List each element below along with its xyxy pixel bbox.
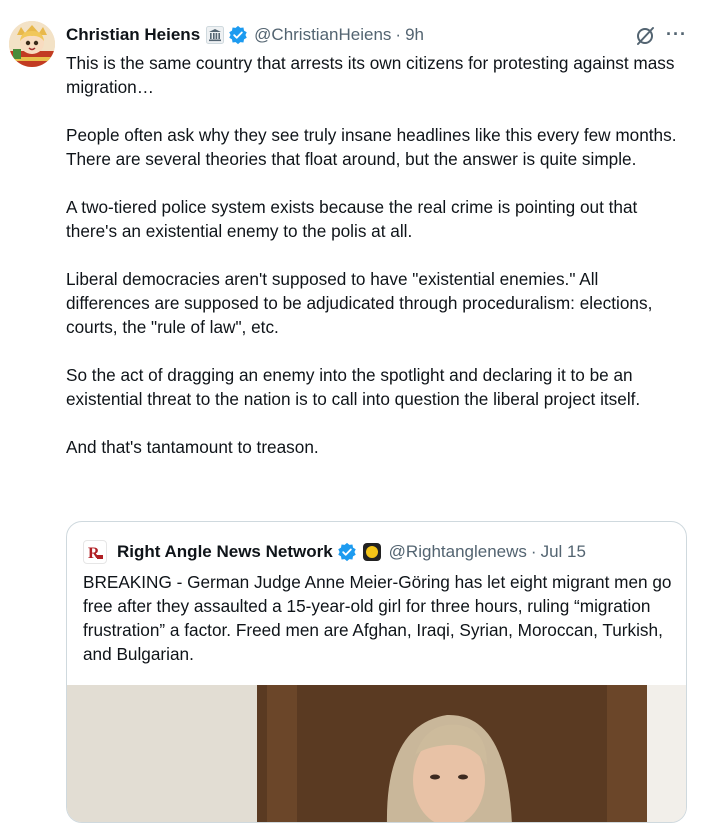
quoted-tweet-image[interactable] bbox=[67, 685, 686, 822]
tweet-text: This is the same country that arrests it… bbox=[66, 51, 686, 483]
verified-badge-icon[interactable] bbox=[337, 542, 357, 562]
tweet-time[interactable]: 9h bbox=[405, 25, 424, 45]
tweet-paragraph: People often ask why they see truly insa… bbox=[66, 125, 677, 169]
tweet-paragraph: So the act of dragging an enemy into the… bbox=[66, 365, 641, 409]
tweet-paragraph: This is the same country that arrests it… bbox=[66, 53, 675, 97]
tweet-paragraph: A two-tiered police system exists becaus… bbox=[66, 197, 638, 241]
verified-badge-icon[interactable] bbox=[228, 25, 248, 45]
quoted-author-handle[interactable]: @Rightanglenews bbox=[389, 542, 527, 562]
tweet-paragraph: And that's tantamount to treason. bbox=[66, 437, 319, 457]
quoted-tweet-text: BREAKING - German Judge Anne Meier-Görin… bbox=[83, 572, 672, 664]
separator-dot: · bbox=[395, 25, 402, 44]
quoted-tweet[interactable]: R Right Angle News Network @Rightanglene… bbox=[66, 521, 687, 823]
right-angle-logo-icon[interactable]: R bbox=[83, 540, 107, 564]
author-handle[interactable]: @ChristianHeiens bbox=[254, 25, 391, 45]
tweet-header: Christian Heiens @ChristianHeiens · 9h bbox=[66, 22, 424, 48]
quoted-author-name[interactable]: Right Angle News Network bbox=[117, 542, 333, 562]
author-name[interactable]: Christian Heiens bbox=[66, 25, 200, 45]
government-building-icon[interactable] bbox=[206, 26, 225, 44]
avatar-image bbox=[9, 21, 55, 67]
affiliate-badge-icon[interactable] bbox=[362, 543, 381, 561]
quoted-tweet-time[interactable]: Jul 15 bbox=[541, 542, 586, 562]
avatar[interactable] bbox=[9, 21, 55, 67]
quoted-tweet-header: R Right Angle News Network @Rightanglene… bbox=[83, 540, 586, 564]
more-icon[interactable]: ··· bbox=[666, 24, 687, 45]
tweet-paragraph: Liberal democracies aren't supposed to h… bbox=[66, 269, 653, 337]
separator-dot: · bbox=[530, 542, 537, 561]
tweet[interactable]: Christian Heiens @ChristianHeiens · 9h ·… bbox=[0, 0, 701, 823]
photo bbox=[67, 685, 686, 822]
grok-icon[interactable] bbox=[634, 25, 656, 47]
